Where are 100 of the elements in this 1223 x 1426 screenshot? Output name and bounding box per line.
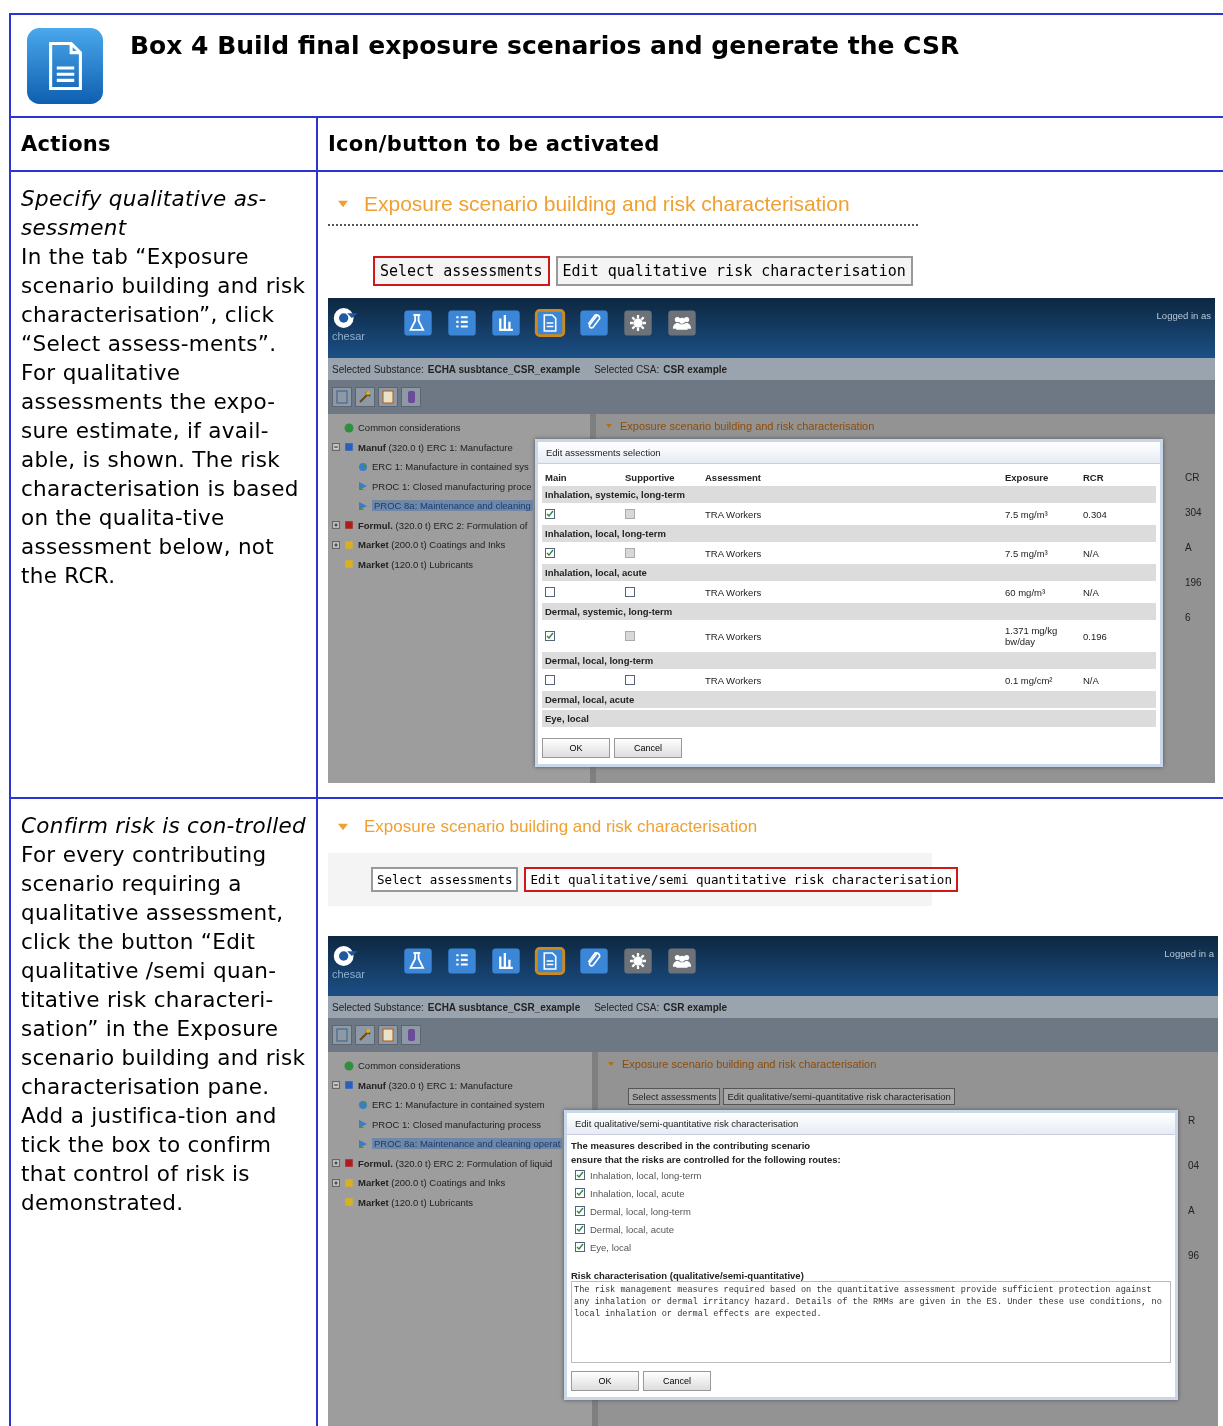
tree-item[interactable]: Market (200.0 t) Coatings and Inks: [358, 1177, 506, 1189]
collapse-icon[interactable]: [332, 1081, 340, 1090]
checkbox[interactable]: [545, 587, 555, 597]
tab-button[interactable]: Edit qualitative/semi-quantitative risk characterisation: [723, 1088, 955, 1105]
dialog-button[interactable]: OK: [542, 738, 610, 758]
tree-item[interactable]: PROC 8a: Maintenance and cleaning operat: [372, 1138, 563, 1150]
tree-item[interactable]: Market (200.0 t) Coatings and Inks: [358, 539, 506, 551]
table-cell-text: 04: [1188, 1160, 1201, 1171]
checkbox[interactable]: [545, 675, 555, 685]
logo-text: chesar: [332, 968, 367, 980]
csa-label: Selected CSA:: [594, 1001, 660, 1013]
document-icon: [26, 27, 104, 105]
tree-item[interactable]: ERC 1: Manufacture in contained system: [372, 1099, 545, 1111]
tab-button[interactable]: Select assessments: [628, 1088, 721, 1105]
tab-button[interactable]: Select assessments: [371, 867, 519, 892]
toolbar-icon[interactable]: [666, 308, 698, 338]
logo-icon: [332, 944, 360, 968]
logged-in-text: Logged in as: [1156, 310, 1211, 321]
action-text: For every contributing scenario requiring a qualitative assessment, click the button “Edit qualitative /semi quan-titative risk characteri-sation” in the Exposure scenario building and risk characterisation pane. Add a justifica-tion and tick the box to confirm that control of risk is demonstrated.: [21, 841, 306, 1217]
expand-icon[interactable]: [332, 540, 340, 549]
toolbar-icon[interactable]: [446, 308, 478, 338]
substance-name: ECHA susbtance_CSR_example: [427, 363, 581, 375]
tree-item[interactable]: PROC 1: Closed manufacturing process: [372, 1118, 541, 1130]
dialog-button[interactable]: Cancel: [614, 738, 682, 758]
column-header: Assessment: [704, 471, 762, 485]
toolbar-icon[interactable]: [490, 946, 522, 976]
tab-button[interactable]: Select assessments: [373, 256, 550, 286]
checkbox[interactable]: [575, 1206, 585, 1216]
table-cell-text: N/A: [1082, 546, 1100, 561]
table-cell-text: 7.5 mg/m³: [1004, 507, 1049, 522]
checkbox-label: Dermal, local, long-term: [590, 1205, 691, 1217]
table-cell-text: 1.371 mg/kg bw/day: [1004, 624, 1059, 649]
csa-name: CSR example: [663, 1001, 728, 1013]
toolbar-icon[interactable]: [622, 308, 654, 338]
tree-item[interactable]: Formul. (320.0 t) ERC 2: Formulation of: [358, 519, 528, 531]
table-cell-text: 196: [1185, 577, 1203, 588]
checkbox[interactable]: [575, 1188, 585, 1198]
tree-item[interactable]: Common considerations: [358, 1060, 461, 1072]
panel-title: Exposure scenario building and risk characterisation: [622, 1058, 877, 1070]
tree-item[interactable]: Formul. (320.0 t) ERC 2: Formulation of liquid: [358, 1157, 553, 1169]
expand-icon[interactable]: [332, 521, 340, 530]
table-cell-text: CR: [1185, 472, 1201, 483]
checkbox[interactable]: [545, 631, 555, 641]
toolbar-icon[interactable]: [622, 946, 654, 976]
checkbox[interactable]: [545, 548, 555, 558]
box-title: Box 4 Build final exposure scenarios and generate the CSR: [130, 31, 960, 60]
checkbox-label: Inhalation, local, acute: [590, 1187, 685, 1199]
toolbar-icon[interactable]: [402, 308, 434, 338]
checkbox-label: Dermal, local, acute: [590, 1223, 674, 1235]
tree-item[interactable]: Market (120.0 t) Lubricants: [358, 1196, 474, 1208]
checkbox[interactable]: [575, 1224, 585, 1234]
table-cell-text: 0.196: [1082, 629, 1108, 644]
table-cell-text: TRA Workers: [704, 629, 763, 644]
checkbox[interactable]: [575, 1170, 585, 1180]
toolbar-icon[interactable]: [446, 946, 478, 976]
checkbox-label: Eye, local: [590, 1241, 632, 1253]
toolbar-icon[interactable]: [578, 308, 610, 338]
checkbox[interactable]: [545, 509, 555, 519]
table-cell-text: N/A: [1082, 673, 1100, 688]
tree-item[interactable]: Market (120.0 t) Lubricants: [358, 558, 474, 570]
expand-icon[interactable]: [332, 1159, 340, 1168]
toolbar-icon[interactable]: [490, 308, 522, 338]
table-cell-text: R: [1188, 1115, 1197, 1126]
group-header: Dermal, local, long-term: [542, 652, 1156, 669]
table-cell-text: TRA Workers: [704, 673, 763, 688]
tree-item[interactable]: Common considerations: [358, 422, 461, 434]
arrow-icon: [358, 1138, 368, 1149]
toolbar-icon[interactable]: [578, 946, 610, 976]
panel-title: Exposure scenario building and risk characterisation: [364, 817, 758, 837]
expand-icon[interactable]: [332, 1178, 340, 1187]
group-header: Eye, local: [542, 710, 1156, 727]
checkbox[interactable]: [625, 675, 635, 685]
collapse-icon: [338, 822, 348, 832]
table-cell-text: TRA Workers: [704, 507, 763, 522]
table-cell-text: TRA Workers: [704, 585, 763, 600]
tree-item[interactable]: Manuf (320.0 t) ERC 1: Manufacture: [358, 1079, 513, 1091]
checkbox[interactable]: [575, 1242, 585, 1252]
table-cell-text: 0.304: [1082, 507, 1108, 522]
tree-item[interactable]: PROC 8a: Maintenance and cleaning: [372, 500, 533, 512]
column-header: Main: [544, 471, 568, 485]
table-cell-text: A: [1185, 542, 1193, 553]
toolbar-icon[interactable]: [666, 946, 698, 976]
toolbar-icon[interactable]: [534, 946, 566, 976]
text-area[interactable]: The risk management measures required based on the quantitative assessment provide sufficient protection against any inhalation or dermal irritancy hazard. Details of the RMMs are given in the ES. Under these use conditions, no local inhalation or dermal effects are expected.: [571, 1281, 1171, 1363]
checkbox[interactable]: [625, 587, 635, 597]
dialog-title: Edit assessments selection: [538, 442, 1160, 464]
toolbar-icon[interactable]: [534, 308, 566, 338]
table-cell-text: 96: [1188, 1250, 1201, 1261]
tree-item[interactable]: PROC 1: Closed manufacturing proce: [372, 480, 532, 492]
collapse-icon[interactable]: [332, 443, 340, 452]
tab-button[interactable]: Edit qualitative risk characterisation: [555, 256, 913, 286]
tab-button[interactable]: Edit qualitative/semi quantitative risk characterisation: [524, 867, 958, 892]
substance-label: Selected Substance:: [332, 1001, 424, 1013]
tree-item[interactable]: ERC 1: Manufacture in contained sys: [372, 461, 529, 473]
tree-item[interactable]: Manuf (320.0 t) ERC 1: Manufacture: [358, 441, 513, 453]
dialog-button[interactable]: Cancel: [643, 1371, 711, 1391]
column-header: Actions: [21, 132, 111, 156]
toolbar-icon[interactable]: [402, 946, 434, 976]
column-header: RCR: [1082, 471, 1105, 485]
dialog-button[interactable]: OK: [571, 1371, 639, 1391]
